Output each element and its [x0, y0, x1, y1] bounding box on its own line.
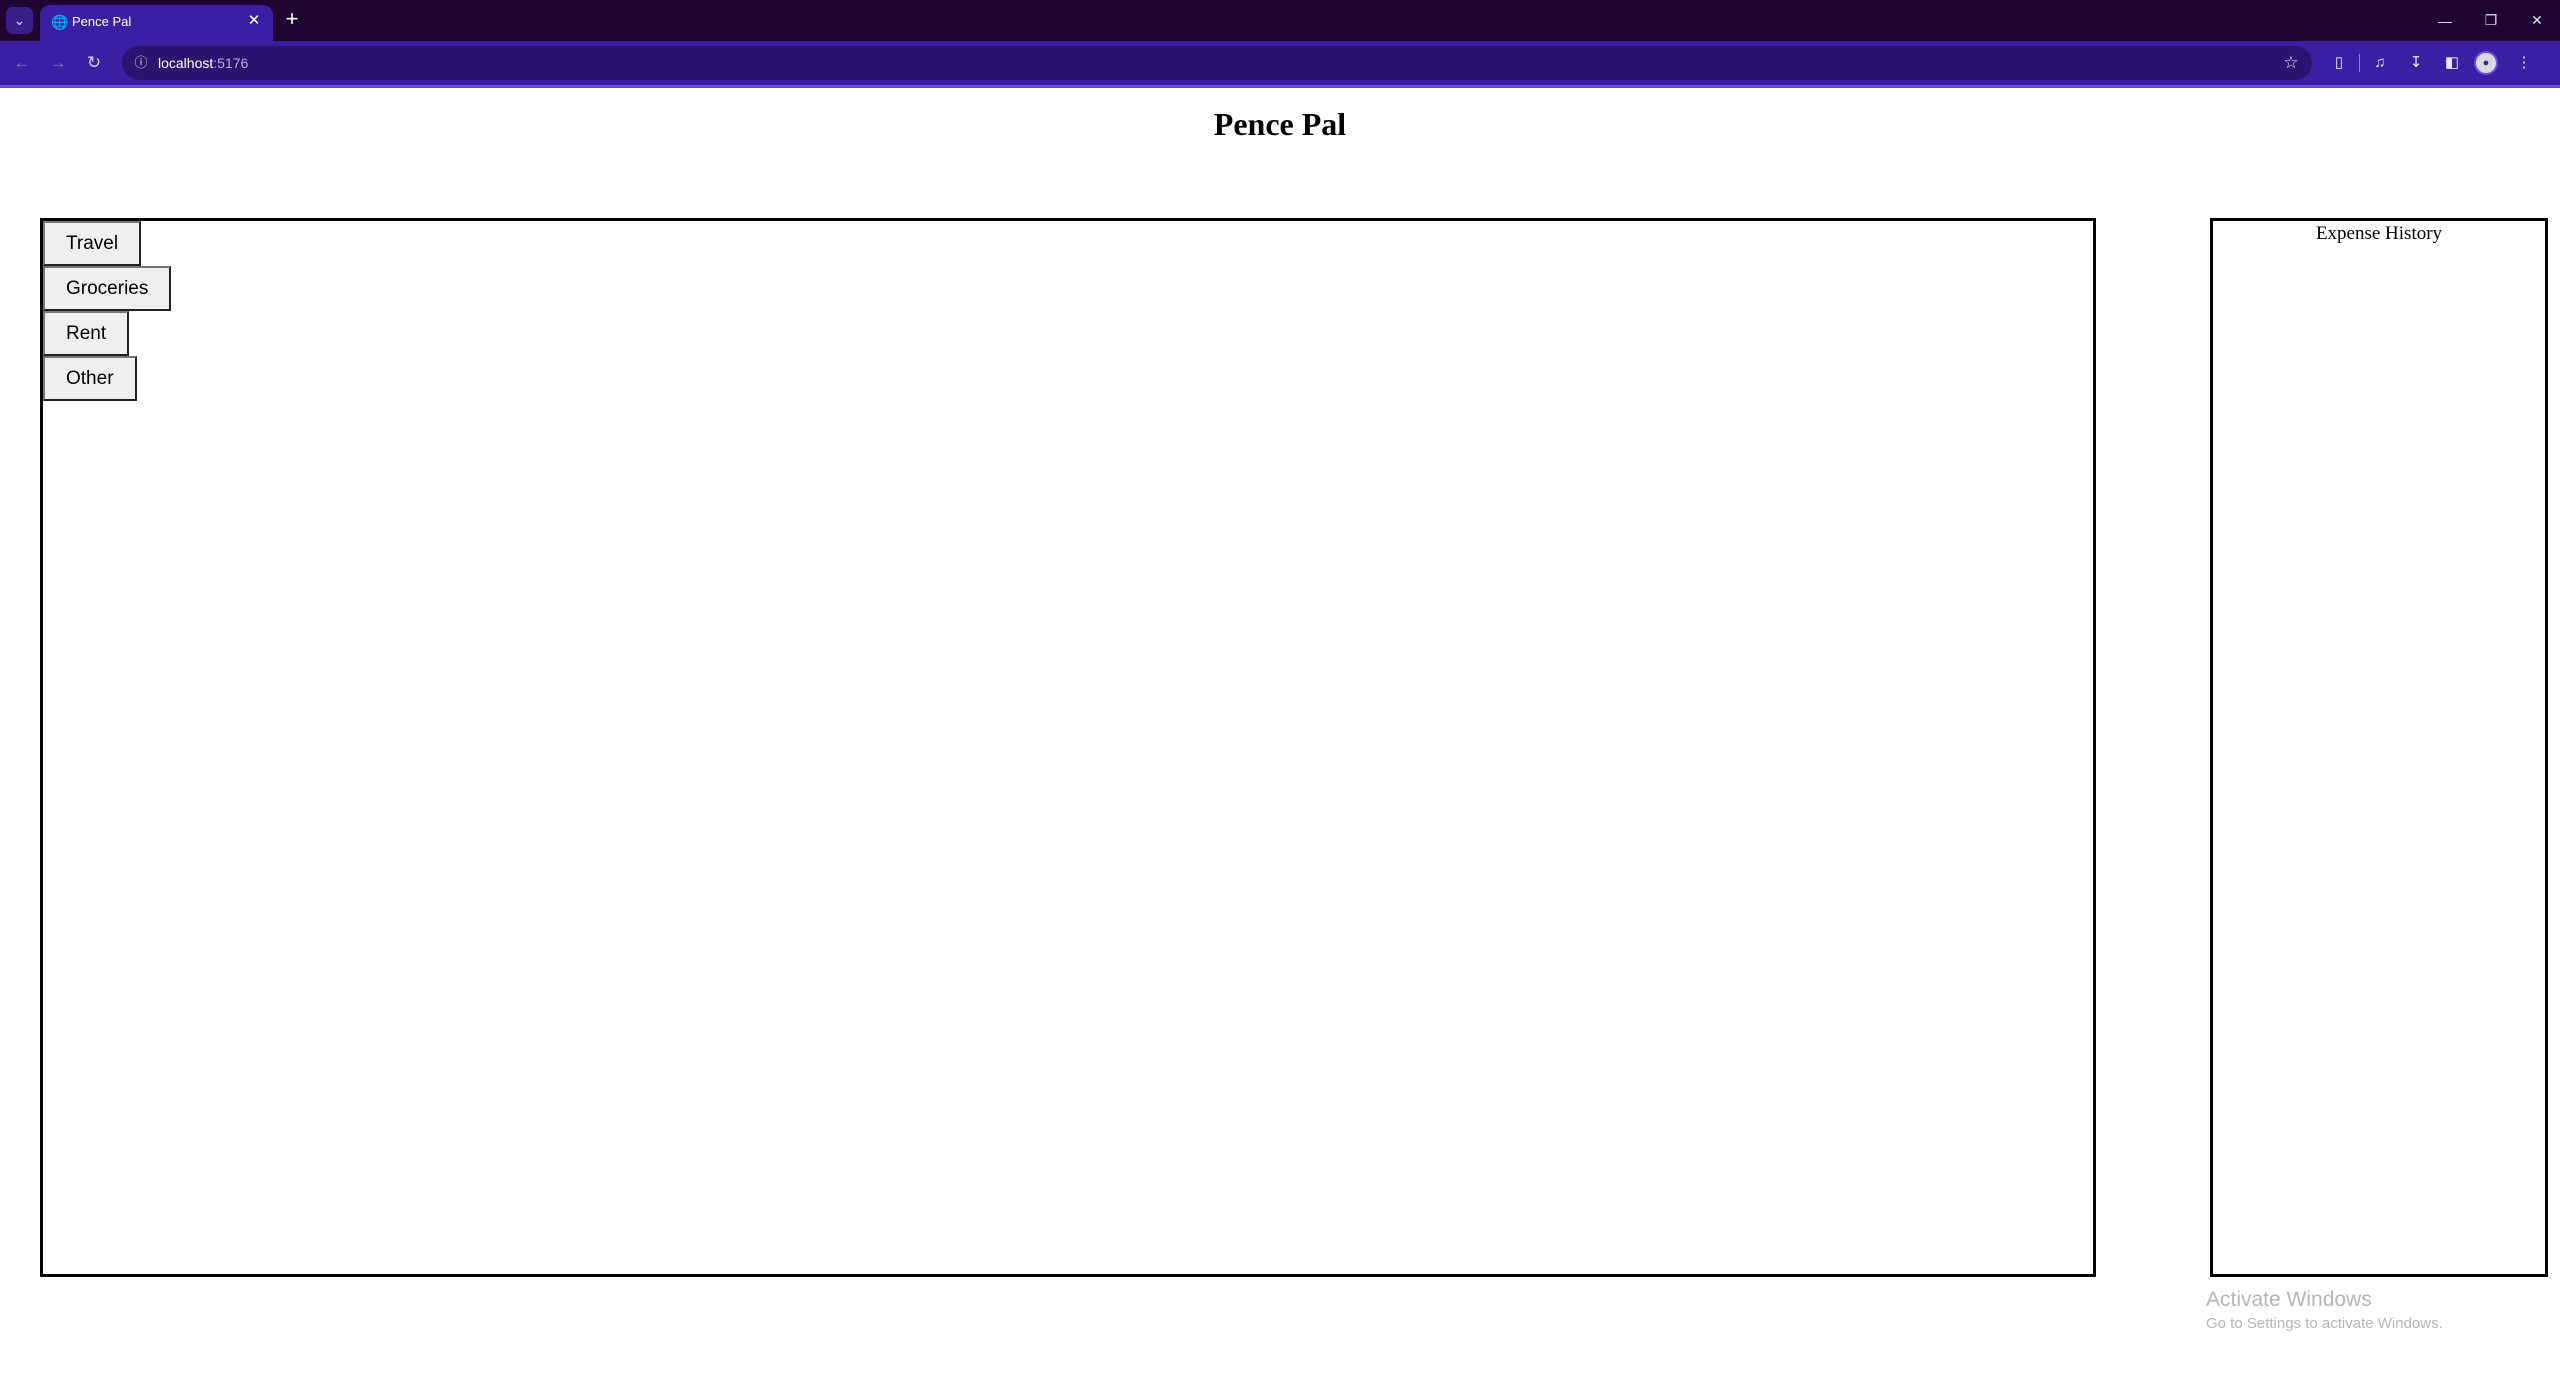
- category-button-other[interactable]: Other: [43, 356, 137, 401]
- side-panel-icon[interactable]: ◧: [2438, 49, 2466, 77]
- back-button[interactable]: ←: [8, 49, 36, 77]
- menu-icon[interactable]: ⋮: [2510, 49, 2538, 77]
- tab-strip: ⌄ 🌐 Pence Pal ✕ + — ❐ ✕: [0, 0, 2560, 41]
- category-button-travel[interactable]: Travel: [43, 221, 142, 266]
- bookmark-star-icon[interactable]: ☆: [2280, 52, 2302, 74]
- categories-panel: Travel Groceries Rent Other: [40, 218, 2096, 1277]
- media-controls-icon[interactable]: ♫: [2366, 49, 2394, 77]
- tab-title: Pence Pal: [72, 14, 132, 29]
- forward-button[interactable]: →: [44, 49, 72, 77]
- extensions-icon[interactable]: ▯: [2325, 49, 2353, 77]
- url-host: localhost: [158, 55, 214, 71]
- expense-history-title: Expense History: [2315, 223, 2443, 244]
- download-icon[interactable]: ↧: [2402, 49, 2430, 77]
- new-tab-button[interactable]: +: [280, 8, 304, 32]
- category-button-rent[interactable]: Rent: [43, 311, 130, 356]
- browser-toolbar: ← → ↻ ⓘ localhost:5176 ☆ ▯ ♫ ↧ ◧ ● ⋮: [0, 41, 2560, 88]
- window-controls: — ❐ ✕: [2422, 0, 2560, 41]
- globe-icon: 🌐: [51, 14, 69, 30]
- close-window-button[interactable]: ✕: [2514, 0, 2560, 41]
- close-tab-button[interactable]: ✕: [245, 12, 263, 30]
- chevron-down-icon: ⌄: [13, 12, 26, 28]
- activate-windows-title: Activate Windows: [2206, 1288, 2372, 1311]
- page-content: Pence Pal Travel Groceries Rent Other Ex…: [0, 88, 2560, 1400]
- expense-history-panel: Expense History: [2210, 218, 2548, 1277]
- tab-search-button[interactable]: ⌄: [6, 7, 33, 34]
- minimize-button[interactable]: —: [2422, 0, 2468, 41]
- address-bar[interactable]: ⓘ localhost:5176 ☆: [122, 46, 2312, 80]
- page-title: Pence Pal: [1213, 106, 1347, 142]
- info-icon[interactable]: ⓘ: [130, 52, 152, 74]
- toolbar-separator: [2359, 54, 2360, 72]
- category-button-groceries[interactable]: Groceries: [43, 266, 172, 311]
- url-text: localhost:5176: [158, 54, 248, 72]
- category-list: Travel Groceries Rent Other: [43, 221, 172, 401]
- reload-button[interactable]: ↻: [80, 49, 108, 77]
- tab-pence-pal[interactable]: 🌐 Pence Pal ✕: [40, 5, 273, 41]
- profile-avatar[interactable]: ●: [2474, 51, 2498, 75]
- url-port: :5176: [213, 55, 249, 71]
- restore-button[interactable]: ❐: [2468, 0, 2514, 41]
- activate-windows-subtitle: Go to Settings to activate Windows.: [2206, 1315, 2443, 1332]
- toolbar-actions: ▯ ♫ ↧ ◧ ● ⋮: [2325, 49, 2546, 77]
